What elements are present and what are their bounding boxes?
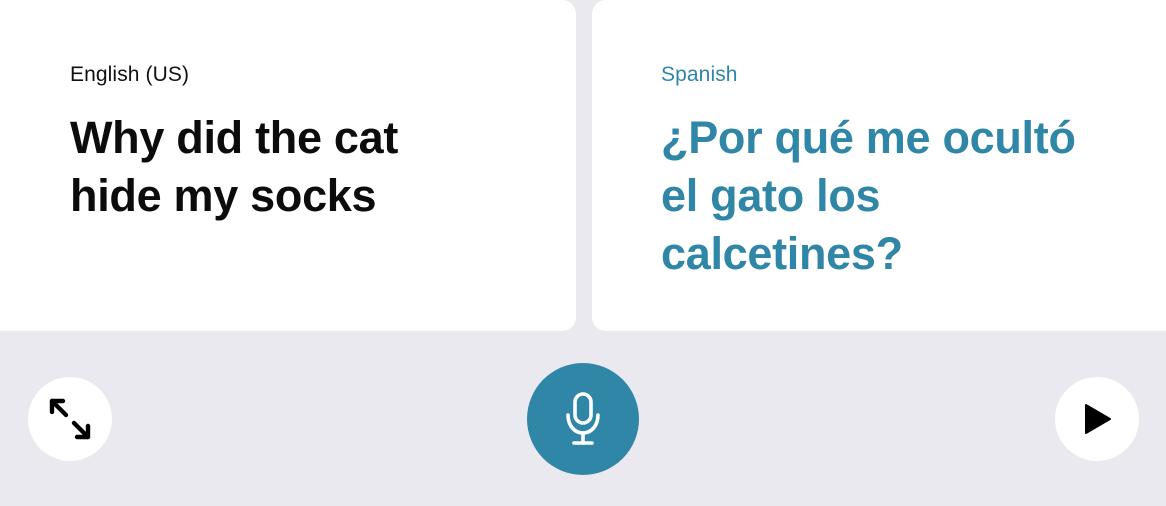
- play-icon: [1080, 401, 1114, 437]
- expand-button[interactable]: [28, 377, 112, 461]
- expand-arrows-icon: [46, 395, 94, 443]
- source-language-label: English (US): [70, 63, 190, 86]
- source-translation-card[interactable]: English (US) Why did the cat hide my soc…: [0, 0, 576, 331]
- play-button[interactable]: [1055, 377, 1139, 461]
- source-text: Why did the cat hide my socks: [70, 112, 399, 221]
- translated-text: ¿Por qué me ocultó el gato los calcetine…: [661, 112, 1076, 279]
- target-language-label: Spanish: [661, 63, 738, 86]
- target-translation-card[interactable]: Spanish ¿Por qué me ocultó el gato los c…: [592, 0, 1166, 331]
- microphone-icon: [563, 391, 603, 447]
- microphone-button[interactable]: [527, 363, 639, 475]
